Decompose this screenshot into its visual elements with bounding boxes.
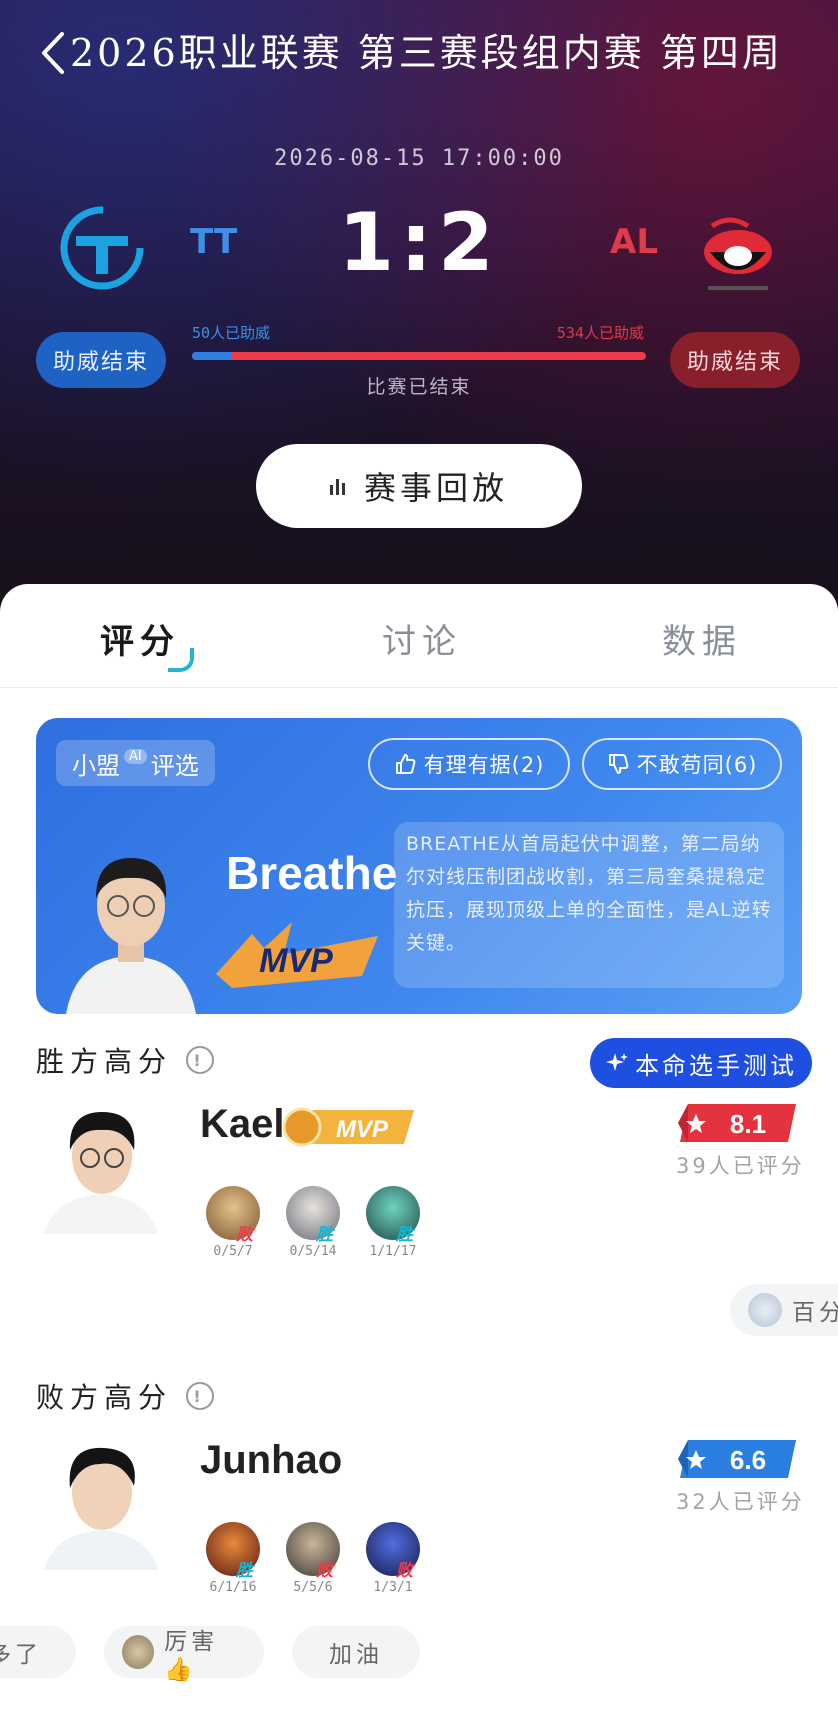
loser-rating-badge: 6.6: [678, 1440, 796, 1478]
player-test-label: 本命选手测试: [635, 1051, 797, 1080]
mvp-badge-text: MVP: [259, 942, 333, 980]
junhao-avatar: [44, 1447, 158, 1570]
kael-avatar: [44, 1112, 158, 1234]
thumbs-up-icon: [395, 754, 415, 774]
winner-rating-text: 8.1: [730, 1109, 766, 1139]
sparkle-icon: [606, 1053, 628, 1071]
game-kda: 0/5/14: [289, 1244, 337, 1259]
floating-chip-label: 百分: [792, 1300, 838, 1326]
content-panel: 评分 讨论 数据 小盟 AI 评选 有理有据(2) 不敢苟同(6) Breath…: [0, 584, 838, 1734]
page-title: 2026职业联赛 第三赛段组内赛 第四周: [70, 31, 783, 75]
comment-chip[interactable]: 多了: [0, 1626, 76, 1678]
disagree-button[interactable]: 不敢苟同(6): [582, 738, 782, 790]
player-mvp-text: MVP: [336, 1116, 389, 1143]
loser-player-name: Junhao: [200, 1438, 343, 1482]
game-kda: 1/1/17: [369, 1244, 417, 1259]
replay-button[interactable]: 赛事回放: [256, 444, 582, 528]
loser-rating-count: 32人已评分: [676, 1490, 805, 1514]
winner-rating-badge: 8.1: [678, 1104, 796, 1142]
winner-section-title: 胜方高分 !: [36, 1040, 215, 1080]
mvp-badge-icon: MVP: [216, 922, 378, 988]
replay-label: 赛事回放: [363, 469, 508, 507]
ai-pick-tag: 小盟 AI 评选: [56, 740, 215, 786]
winner-player-name: Kael: [200, 1102, 285, 1146]
comment-chip-label: 多了: [0, 1642, 42, 1668]
ai-tag-sup: AI: [124, 748, 147, 764]
loser-section-title: 败方高分 !: [36, 1376, 215, 1416]
agree-label: 有理有据(2): [423, 753, 545, 777]
mvp-player-avatar: [66, 858, 196, 1014]
match-datetime: 2026-08-15 17:00:00: [274, 146, 564, 171]
support-ratio-bar: [192, 352, 646, 360]
comment-chip[interactable]: 加油: [292, 1626, 420, 1678]
disagree-label: 不敢苟同(6): [636, 753, 758, 777]
game-kda: 0/5/7: [213, 1244, 253, 1259]
comment-chip-label: 加油: [329, 1642, 383, 1668]
comment-chip-label: 厉害👍: [164, 1628, 219, 1683]
chip-avatar-icon: [122, 1635, 155, 1669]
cloud-icon: [748, 1293, 782, 1327]
floating-comment-chip[interactable]: 百分: [730, 1284, 838, 1336]
thumbs-down-icon: [608, 754, 628, 774]
game-result: 胜: [396, 1225, 413, 1245]
player-test-button[interactable]: 本命选手测试: [590, 1038, 812, 1088]
back-arrow-icon[interactable]: [38, 30, 68, 76]
mvp-player-name: Breathe: [226, 847, 398, 899]
game-result: 胜: [236, 1561, 253, 1581]
loser-title-text: 败方高分: [36, 1381, 173, 1414]
game-kda: 5/5/6: [293, 1580, 333, 1595]
game-result: 胜: [316, 1225, 333, 1245]
replay-bars-icon: [329, 477, 348, 495]
player-mvp-badge-icon: MVP: [282, 1107, 414, 1147]
comment-chip[interactable]: 厉害👍: [104, 1626, 264, 1683]
ai-tag-prefix: 小盟: [72, 751, 120, 780]
game-result: 败: [396, 1561, 413, 1581]
game-kda: 6/1/16: [209, 1580, 257, 1595]
tab-bar: 评分 讨论 数据: [0, 584, 838, 688]
tab-data[interactable]: 数据: [662, 614, 742, 663]
game-result: 败: [236, 1225, 253, 1245]
mvp-description: BREATHE从首局起伏中调整，第二局纳尔对线压制团战收割，第三局奎桑提稳定抗压…: [394, 822, 784, 988]
agree-button[interactable]: 有理有据(2): [368, 738, 570, 790]
team-right-name: AL: [610, 222, 658, 262]
ai-tag-suffix: 评选: [150, 751, 199, 780]
support-ratio-fill: [192, 352, 232, 360]
info-icon[interactable]: !: [186, 1382, 215, 1410]
support-right-count: 534人已助威: [556, 324, 644, 342]
tab-discussion[interactable]: 讨论: [382, 614, 462, 663]
winner-title-text: 胜方高分: [36, 1045, 173, 1078]
tab-active-indicator: [168, 648, 194, 672]
winner-rating-count: 39人已评分: [676, 1154, 805, 1178]
game-kda: 1/3/1: [373, 1580, 413, 1595]
loser-rating-text: 6.6: [730, 1445, 766, 1475]
support-left-count: 50人已助威: [192, 324, 271, 342]
match-header: 2026职业联赛 第三赛段组内赛 第四周 2026-08-15 17:00:00…: [0, 0, 838, 620]
ai-mvp-card: 小盟 AI 评选 有理有据(2) 不敢苟同(6) Breathe MVP BRE…: [36, 718, 802, 1014]
match-status: 比赛已结束: [366, 376, 472, 398]
al-team-logo: [704, 217, 772, 290]
info-icon[interactable]: !: [186, 1046, 215, 1074]
game-result: 败: [316, 1561, 333, 1581]
